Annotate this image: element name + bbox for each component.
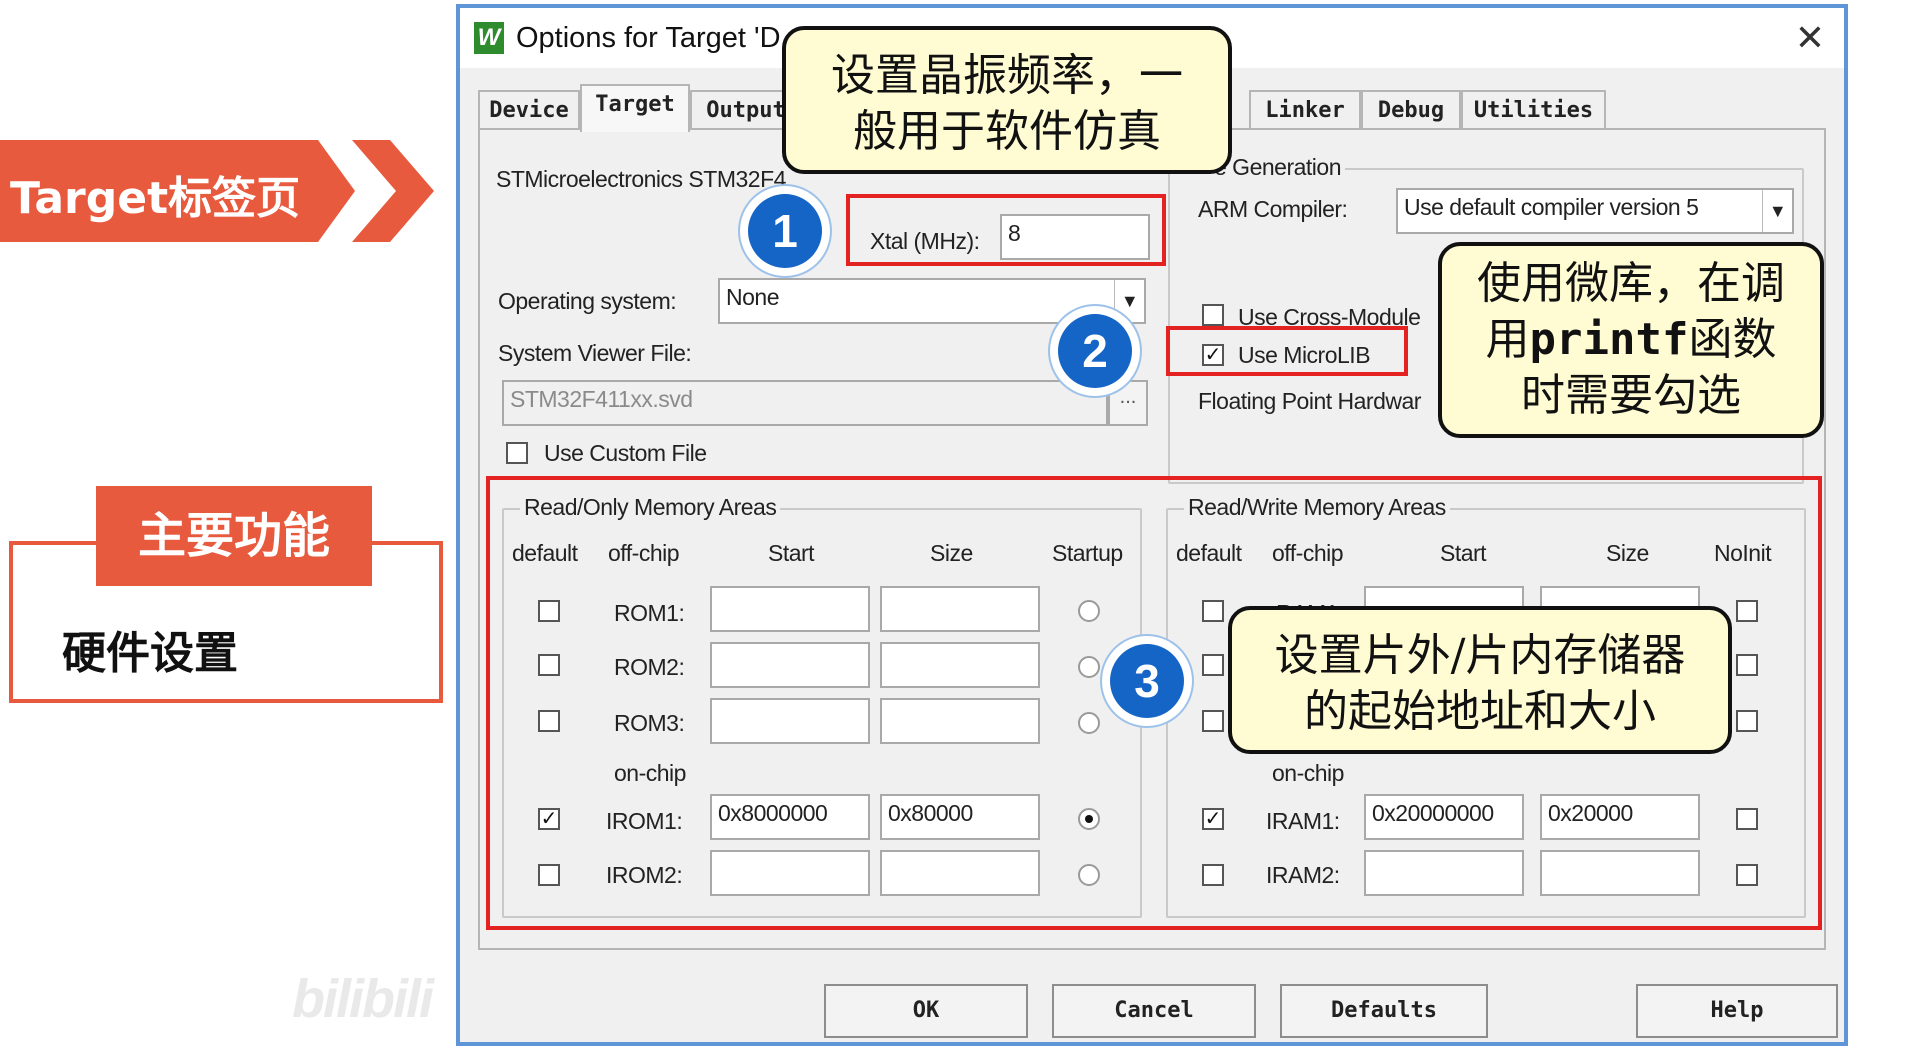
step-2-number: 2 bbox=[1058, 314, 1132, 388]
step-2-badge: 2 bbox=[1050, 306, 1140, 396]
target-tab-banner: Target标签页 bbox=[0, 140, 434, 242]
cross-module-checkbox[interactable] bbox=[1202, 304, 1224, 326]
cancel-button[interactable]: Cancel bbox=[1052, 984, 1256, 1038]
microlib-highlight bbox=[1166, 326, 1408, 376]
arm-compiler-value: Use default compiler version 5 bbox=[1404, 194, 1699, 220]
tab-target[interactable]: Target bbox=[580, 84, 690, 132]
feature-item: 硬件设置 bbox=[62, 628, 238, 679]
keil-uvision-icon: W bbox=[474, 22, 504, 54]
use-custom-file-label: Use Custom File bbox=[544, 440, 707, 466]
floating-point-label: Floating Point Hardwar bbox=[1198, 388, 1421, 414]
bilibili-watermark: bilibili bbox=[292, 969, 434, 1029]
step-1-number: 1 bbox=[748, 194, 822, 268]
chevron-arrow-icon bbox=[352, 140, 434, 242]
callout-xtal: 设置晶振频率，一般用于软件仿真 bbox=[782, 26, 1232, 174]
arm-compiler-label: ARM Compiler: bbox=[1198, 196, 1348, 222]
callout-memory: 设置片外/片内存储器的起始地址和大小 bbox=[1228, 606, 1732, 754]
callout-microlib: 使用微库，在调用printf函数时需要勾选 bbox=[1438, 242, 1824, 438]
operating-system-label: Operating system: bbox=[498, 288, 677, 314]
help-button[interactable]: Help bbox=[1636, 984, 1838, 1038]
step-1-badge: 1 bbox=[740, 186, 830, 276]
dialog-title: Options for Target 'D bbox=[516, 22, 781, 54]
system-viewer-file-input[interactable]: STM32F411xx.svd bbox=[502, 380, 1108, 426]
step-3-badge: 3 bbox=[1102, 636, 1192, 726]
use-custom-file-checkbox[interactable] bbox=[506, 442, 528, 464]
banner-text: Target标签页 bbox=[10, 173, 301, 224]
step-3-number: 3 bbox=[1110, 644, 1184, 718]
dropdown-arrow-icon[interactable]: ▼ bbox=[1762, 190, 1792, 232]
xtal-highlight bbox=[846, 194, 1166, 266]
operating-system-value: None bbox=[726, 284, 779, 310]
arm-compiler-select[interactable]: Use default compiler version 5 ▼ bbox=[1396, 188, 1794, 234]
tab-linker[interactable]: Linker bbox=[1249, 90, 1361, 130]
ok-button[interactable]: OK bbox=[824, 984, 1028, 1038]
callout-microlib-code: printf bbox=[1529, 314, 1689, 365]
device-name: STMicroelectronics STM32F4 bbox=[496, 166, 786, 192]
tab-debug[interactable]: Debug bbox=[1361, 90, 1461, 130]
tab-utilities[interactable]: Utilities bbox=[1461, 90, 1606, 130]
close-button[interactable]: ✕ bbox=[1790, 18, 1830, 58]
feature-tag: 主要功能 bbox=[96, 486, 372, 586]
defaults-button[interactable]: Defaults bbox=[1280, 984, 1488, 1038]
system-viewer-label: System Viewer File: bbox=[498, 340, 692, 366]
tab-device[interactable]: Device bbox=[478, 90, 580, 130]
